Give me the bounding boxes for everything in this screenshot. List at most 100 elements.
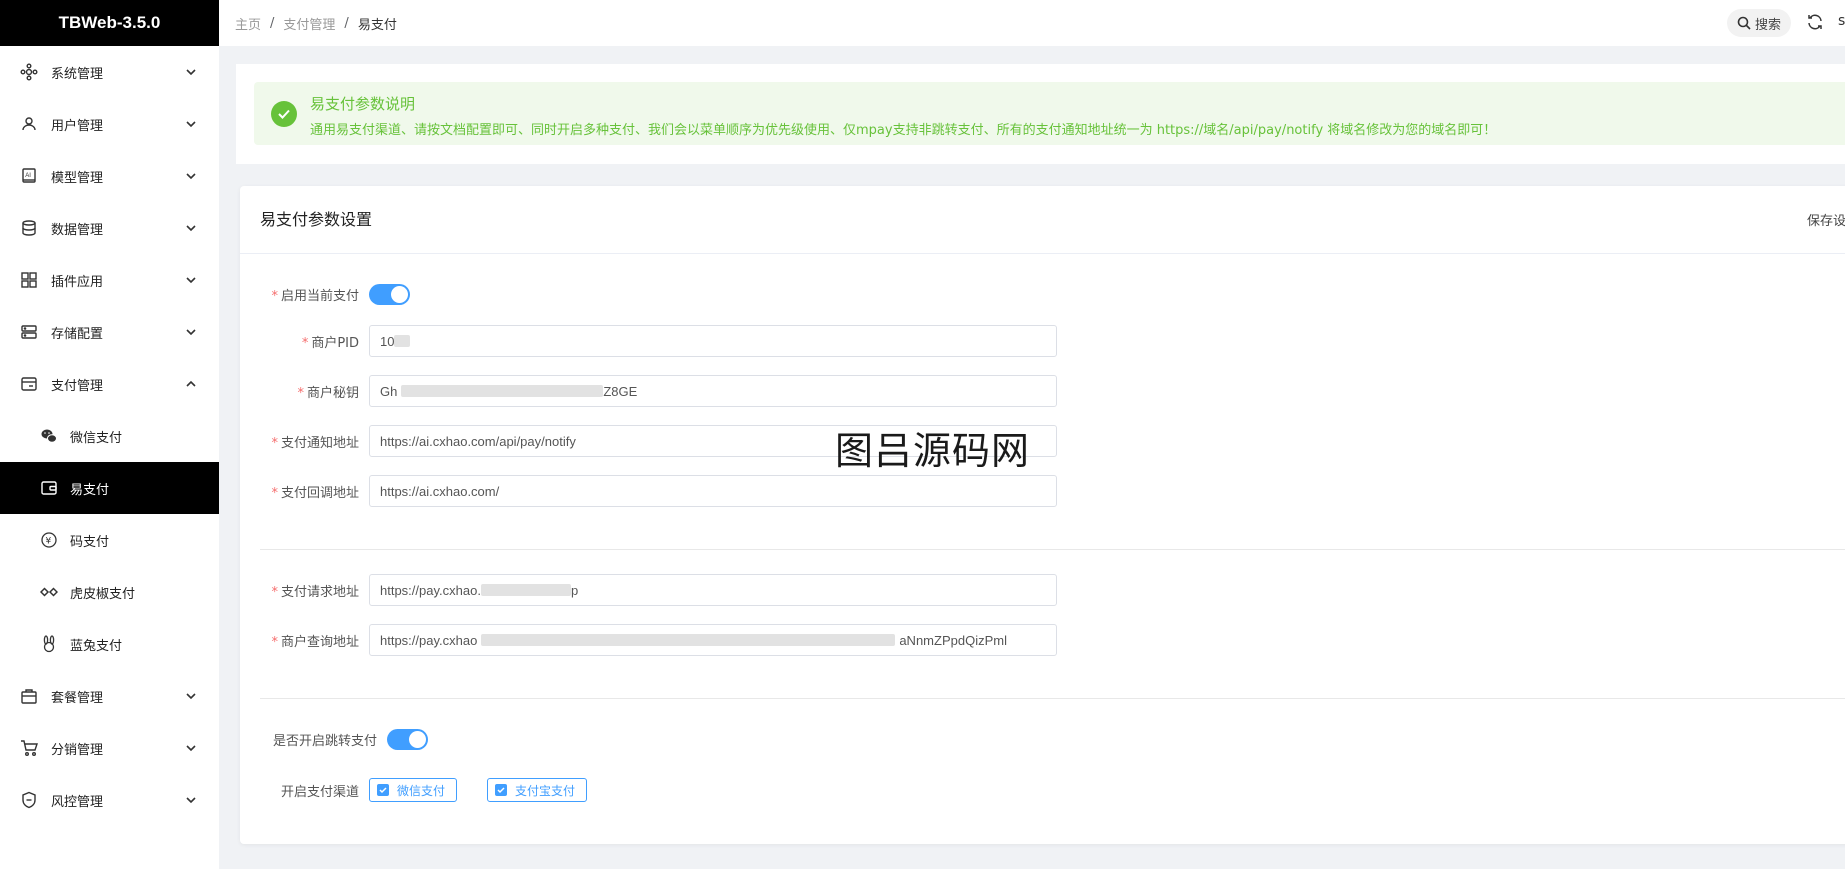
field-label: * 商户查询地址	[271, 634, 359, 650]
payment-icon	[20, 375, 38, 393]
wechat-icon	[40, 427, 58, 445]
breadcrumb-separator: /	[344, 15, 349, 31]
refresh-icon[interactable]	[1806, 13, 1824, 35]
checkbox-checked-icon	[495, 784, 508, 796]
channel-checkbox-wechat[interactable]: 微信支付	[369, 778, 458, 802]
field-label: * 商户PID	[301, 335, 359, 351]
sidebar-subitem-wechat-pay[interactable]: 微信支付	[0, 410, 219, 462]
sidebar-subitem-label: 微信支付	[70, 430, 123, 446]
top-header: 主页 / 支付管理 / 易支付	[219, 0, 1845, 46]
sidebar-item-label: 存储配置	[51, 326, 104, 342]
risk-control-icon	[20, 791, 38, 809]
merchant-secret-input[interactable]: Gh Z8GE	[369, 375, 1057, 407]
form-row-request: * 支付请求地址 https://pay.cxhao. p	[240, 574, 1057, 606]
sidebar-item-label: 用户管理	[51, 118, 104, 134]
request-url-input[interactable]: https://pay.cxhao. p	[369, 574, 1057, 606]
sidebar-item-storage[interactable]: 存储配置	[0, 306, 219, 358]
alert-title: 易支付参数说明	[310, 95, 416, 113]
enable-payment-switch[interactable]	[369, 283, 410, 305]
system-icon	[20, 63, 38, 81]
channel-checkbox-alipay[interactable]: 支付宝支付	[487, 778, 588, 802]
sidebar-item-system[interactable]: 系统管理	[0, 46, 219, 98]
alert-container: 易支付参数说明 通用易支付渠道、请按文档配置即可、同时开启多种支付、我们会以菜单…	[236, 64, 1845, 164]
ai-model-icon: AI	[20, 167, 38, 185]
user-menu[interactable]: s	[1838, 13, 1845, 29]
card-title: 易支付参数设置	[260, 210, 373, 229]
sidebar-subitem-label: 蓝兔支付	[70, 638, 123, 654]
chevron-down-icon	[185, 118, 197, 130]
apps-icon	[20, 271, 38, 289]
chevron-down-icon	[185, 222, 197, 234]
database-icon	[20, 219, 38, 237]
chevron-down-icon	[185, 274, 197, 286]
redirect-payment-switch[interactable]	[387, 728, 428, 750]
diamond-link-icon	[40, 583, 58, 601]
form-row-redirect: 是否开启跳转支付	[240, 723, 428, 755]
field-label: * 支付回调地址	[271, 485, 359, 501]
svg-text:AI: AI	[25, 173, 31, 179]
sidebar-item-label: 分销管理	[51, 742, 104, 758]
breadcrumb-payment[interactable]: 支付管理	[283, 14, 335, 33]
sidebar-item-label: 套餐管理	[51, 690, 104, 706]
sidebar-item-label: 模型管理	[51, 170, 104, 186]
sidebar-item-label: 风控管理	[51, 794, 104, 810]
sidebar-item-users[interactable]: 用户管理	[0, 98, 219, 150]
watermark: 图吕源码网	[835, 429, 1031, 473]
chevron-down-icon	[185, 742, 197, 754]
sidebar-subitem-lantu-pay[interactable]: 蓝兔支付	[0, 618, 219, 670]
field-label: 开启支付渠道	[280, 784, 359, 800]
form-row-enable: * 启用当前支付	[240, 278, 410, 310]
field-label: * 支付通知地址	[271, 435, 359, 451]
breadcrumb-separator: /	[270, 15, 275, 31]
chevron-down-icon	[185, 66, 197, 78]
sidebar-subitem-epay[interactable]: 易支付	[0, 462, 219, 514]
user-icon	[20, 115, 38, 133]
chevron-down-icon	[185, 794, 197, 806]
sidebar-item-distribution[interactable]: 分销管理	[0, 722, 219, 774]
app-title: TBWeb-3.5.0	[58, 13, 161, 32]
form-row-channels: 开启支付渠道 微信支付 支付宝支付	[240, 774, 617, 806]
form-row-secret: * 商户秘钥 Gh Z8GE	[240, 375, 1057, 407]
chevron-down-icon	[185, 690, 197, 702]
sidebar: TBWeb-3.5.0 系统管理 用户管理 AI 模型管理 数据管理 插件应用 …	[0, 0, 219, 869]
card-header: 易支付参数设置 保存设	[240, 186, 1845, 254]
app-logo: TBWeb-3.5.0	[0, 0, 219, 46]
sidebar-subitem-code-pay[interactable]: ¥ 码支付	[0, 514, 219, 566]
alert-description: 通用易支付渠道、请按文档配置即可、同时开启多种支付、我们会以菜单顺序为优先级使用…	[310, 123, 1497, 138]
sidebar-item-risk-control[interactable]: 风控管理	[0, 774, 219, 826]
query-url-input[interactable]: https://pay.cxhao aNnmZPpdQizPml	[369, 624, 1057, 656]
wallet-icon	[40, 479, 58, 497]
section-divider	[260, 698, 1845, 699]
sidebar-item-label: 系统管理	[51, 66, 104, 82]
search-button[interactable]: 搜索	[1727, 9, 1792, 37]
search-icon	[1737, 16, 1751, 30]
form-row-query: * 商户查询地址 https://pay.cxhao aNnmZPpdQizPml	[240, 624, 1057, 656]
sidebar-item-label: 插件应用	[51, 274, 104, 290]
sidebar-item-label: 数据管理	[51, 222, 104, 238]
distribution-icon	[20, 739, 38, 757]
success-check-icon	[271, 101, 297, 127]
sidebar-item-plugins[interactable]: 插件应用	[0, 254, 219, 306]
chevron-down-icon	[185, 170, 197, 182]
package-icon	[20, 687, 38, 705]
chevron-down-icon	[185, 326, 197, 338]
save-settings-button[interactable]: 保存设	[1807, 210, 1845, 229]
sidebar-item-models[interactable]: AI 模型管理	[0, 150, 219, 202]
settings-card: 易支付参数设置 保存设 * 启用当前支付 * 商户PID 10 * 商户秘钥 Gh Z8…	[240, 186, 1845, 844]
svg-text:¥: ¥	[46, 537, 52, 547]
form-row-pid: * 商户PID 10	[240, 325, 1057, 357]
breadcrumb: 主页 / 支付管理 / 易支付	[235, 14, 397, 33]
sidebar-subitem-hupijiao-pay[interactable]: 虎皮椒支付	[0, 566, 219, 618]
sidebar-item-label: 支付管理	[51, 378, 104, 394]
chevron-up-icon	[185, 378, 197, 390]
form-row-return: * 支付回调地址 https://ai.cxhao.com/	[240, 475, 1057, 507]
merchant-pid-input[interactable]: 10	[369, 325, 1057, 357]
field-label: * 支付请求地址	[271, 584, 359, 600]
sidebar-item-data[interactable]: 数据管理	[0, 202, 219, 254]
rabbit-icon	[40, 635, 58, 653]
sidebar-subitem-label: 虎皮椒支付	[70, 586, 136, 602]
sidebar-item-packages[interactable]: 套餐管理	[0, 670, 219, 722]
breadcrumb-home[interactable]: 主页	[235, 14, 261, 33]
return-url-input[interactable]: https://ai.cxhao.com/	[369, 475, 1057, 507]
sidebar-item-payment[interactable]: 支付管理	[0, 358, 219, 410]
